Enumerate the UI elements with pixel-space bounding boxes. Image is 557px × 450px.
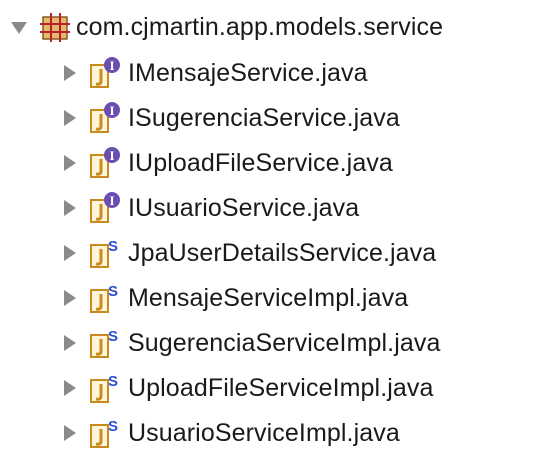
file-label: IUsuarioService.java (128, 193, 360, 222)
svg-text:S: S (108, 283, 118, 300)
chevron-right-icon[interactable] (58, 152, 80, 174)
chevron-right-icon[interactable] (58, 422, 80, 444)
file-label: IUploadFileService.java (128, 148, 393, 177)
tree-file-item[interactable]: S UsuarioServiceImpl.java (58, 410, 400, 450)
package-label: com.cjmartin.app.models.service (76, 12, 444, 41)
tree-file-item[interactable]: S JpaUserDetailsService.java (58, 230, 436, 276)
tree-file-item[interactable]: S UploadFileServiceImpl.java (58, 365, 434, 411)
java-interface-icon: I (88, 146, 122, 180)
package-explorer-tree: com.cjmartin.app.models.service I IMensa… (0, 0, 557, 450)
tree-file-item[interactable]: I IUploadFileService.java (58, 140, 393, 186)
chevron-right-icon[interactable] (58, 197, 80, 219)
file-label: IMensajeService.java (128, 58, 368, 87)
svg-text:S: S (108, 328, 118, 345)
file-label: UploadFileServiceImpl.java (128, 373, 434, 402)
java-service-icon: S (88, 326, 122, 360)
svg-text:I: I (109, 58, 114, 73)
chevron-right-icon[interactable] (58, 242, 80, 264)
tree-file-item[interactable]: I IUsuarioService.java (58, 185, 359, 231)
chevron-right-icon[interactable] (58, 332, 80, 354)
chevron-down-icon[interactable] (8, 16, 30, 38)
java-service-icon: S (88, 371, 122, 405)
package-icon (38, 10, 72, 44)
java-interface-icon: I (88, 191, 122, 225)
tree-file-item[interactable]: S SugerenciaServiceImpl.java (58, 320, 440, 366)
svg-text:S: S (108, 373, 118, 390)
tree-file-item[interactable]: I ISugerenciaService.java (58, 95, 400, 141)
chevron-right-icon[interactable] (58, 62, 80, 84)
java-service-icon: S (88, 281, 122, 315)
file-label: ISugerenciaService.java (128, 103, 400, 132)
tree-file-item[interactable]: I IMensajeService.java (58, 50, 368, 96)
file-label: MensajeServiceImpl.java (128, 283, 409, 312)
file-label: UsuarioServiceImpl.java (128, 418, 400, 447)
svg-text:S: S (108, 238, 118, 255)
chevron-right-icon[interactable] (58, 377, 80, 399)
java-service-icon: S (88, 236, 122, 270)
java-interface-icon: I (88, 56, 122, 90)
svg-text:I: I (109, 193, 114, 208)
file-label: SugerenciaServiceImpl.java (128, 328, 441, 357)
svg-text:S: S (108, 418, 118, 435)
chevron-right-icon[interactable] (58, 107, 80, 129)
svg-text:I: I (109, 103, 114, 118)
java-interface-icon: I (88, 101, 122, 135)
svg-text:I: I (109, 148, 114, 163)
file-label: JpaUserDetailsService.java (128, 238, 437, 267)
package-node[interactable]: com.cjmartin.app.models.service (8, 4, 443, 50)
tree-file-item[interactable]: S MensajeServiceImpl.java (58, 275, 408, 321)
java-service-icon: S (88, 416, 122, 450)
chevron-right-icon[interactable] (58, 287, 80, 309)
